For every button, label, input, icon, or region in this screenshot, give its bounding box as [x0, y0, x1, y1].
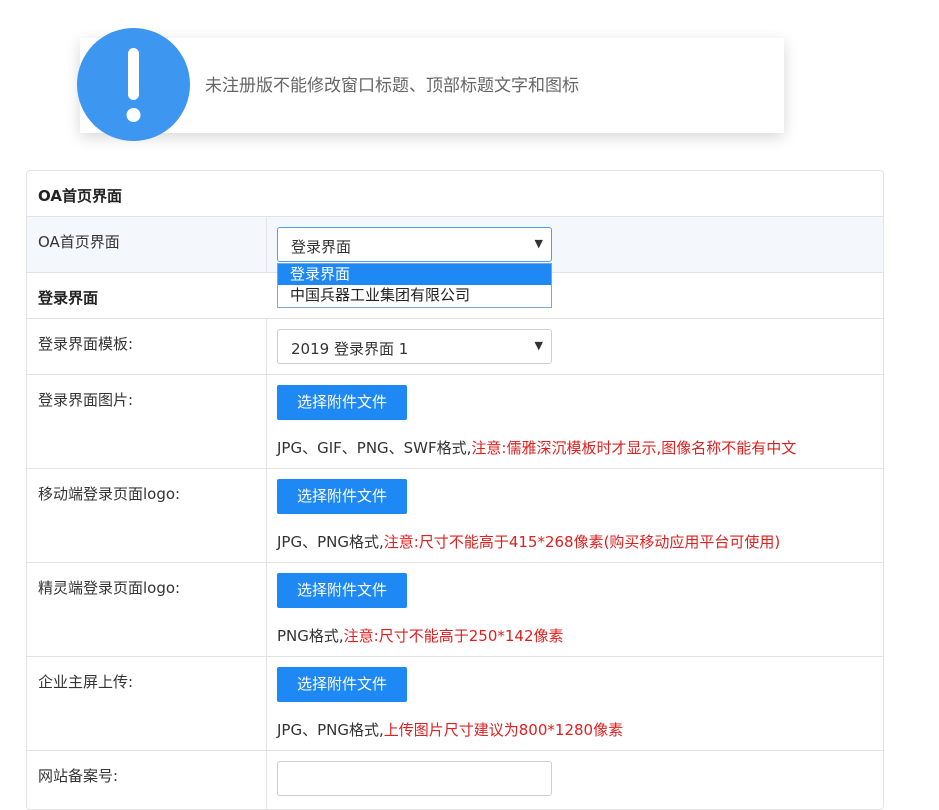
dropdown-option-login[interactable]: 登录界面: [278, 264, 551, 285]
login-image-hint-format: JPG、GIF、PNG、SWF格式,: [277, 439, 472, 457]
oa-homepage-selected-value: 登录界面: [291, 238, 352, 256]
icp-label: 网站备案号:: [27, 751, 267, 809]
row-mobile-logo: 移动端登录页面logo: 选择附件文件 JPG、PNG格式,注意:尺寸不能高于4…: [27, 469, 883, 563]
dropdown-option-company[interactable]: 中国兵器工业集团有限公司: [278, 285, 551, 306]
login-image-hint: JPG、GIF、PNG、SWF格式,注意:儒雅深沉模板时才显示,图像名称不能有中…: [277, 437, 796, 458]
main-screen-label: 企业主屏上传:: [27, 657, 267, 750]
mobile-logo-hint-warning: 注意:尺寸不能高于415*268像素(购买移动应用平台可使用): [383, 533, 781, 551]
mobile-logo-hint: JPG、PNG格式,注意:尺寸不能高于415*268像素(购买移动应用平台可使用…: [277, 531, 780, 552]
section-title-oa: OA首页界面: [38, 187, 122, 205]
caret-down-icon: ▼: [534, 237, 543, 250]
oa-homepage-select[interactable]: 登录界面 ▼: [277, 227, 552, 262]
login-template-select[interactable]: 2019 登录界面 1 ▼: [277, 329, 552, 364]
section-title-login: 登录界面: [38, 289, 99, 307]
main-screen-hint-warning: 上传图片尺寸建议为800*1280像素: [383, 721, 624, 739]
mobile-logo-upload-button[interactable]: 选择附件文件: [277, 479, 407, 514]
main-screen-upload-button[interactable]: 选择附件文件: [277, 667, 407, 702]
icp-input[interactable]: [277, 761, 552, 796]
row-login-image: 登录界面图片: 选择附件文件 JPG、GIF、PNG、SWF格式,注意:儒雅深沉…: [27, 375, 883, 469]
section-header-oa: OA首页界面: [27, 171, 883, 217]
login-image-hint-warning: 注意:儒雅深沉模板时才显示,图像名称不能有中文: [471, 439, 797, 457]
spirit-logo-hint-warning: 注意:尺寸不能高于250*142像素: [343, 627, 564, 645]
login-image-upload-button[interactable]: 选择附件文件: [277, 385, 407, 420]
row-spirit-logo: 精灵端登录页面logo: 选择附件文件 PNG格式,注意:尺寸不能高于250*1…: [27, 563, 883, 657]
notice-text: 未注册版不能修改窗口标题、顶部标题文字和图标: [205, 76, 579, 96]
main-screen-hint: JPG、PNG格式,上传图片尺寸建议为800*1280像素: [277, 719, 623, 740]
login-template-selected-value: 2019 登录界面 1: [291, 340, 409, 358]
row-icp: 网站备案号:: [27, 751, 883, 809]
main-screen-hint-format: JPG、PNG格式,: [277, 721, 384, 739]
mobile-logo-hint-format: JPG、PNG格式,: [277, 533, 384, 551]
spirit-logo-label: 精灵端登录页面logo:: [27, 563, 267, 656]
login-image-label: 登录界面图片:: [27, 375, 267, 468]
spirit-logo-hint-format: PNG格式,: [277, 627, 344, 645]
mobile-logo-label: 移动端登录页面logo:: [27, 469, 267, 562]
oa-homepage-label: OA首页界面: [27, 217, 267, 272]
oa-homepage-dropdown-list: 登录界面 中国兵器工业集团有限公司: [277, 263, 552, 308]
row-login-template: 登录界面模板: 2019 登录界面 1 ▼: [27, 319, 883, 375]
row-main-screen: 企业主屏上传: 选择附件文件 JPG、PNG格式,上传图片尺寸建议为800*12…: [27, 657, 883, 751]
login-template-label: 登录界面模板:: [27, 319, 267, 374]
exclamation-icon: [77, 28, 190, 141]
spirit-logo-hint: PNG格式,注意:尺寸不能高于250*142像素: [277, 625, 564, 646]
spirit-logo-upload-button[interactable]: 选择附件文件: [277, 573, 407, 608]
caret-down-icon: ▼: [534, 339, 543, 352]
